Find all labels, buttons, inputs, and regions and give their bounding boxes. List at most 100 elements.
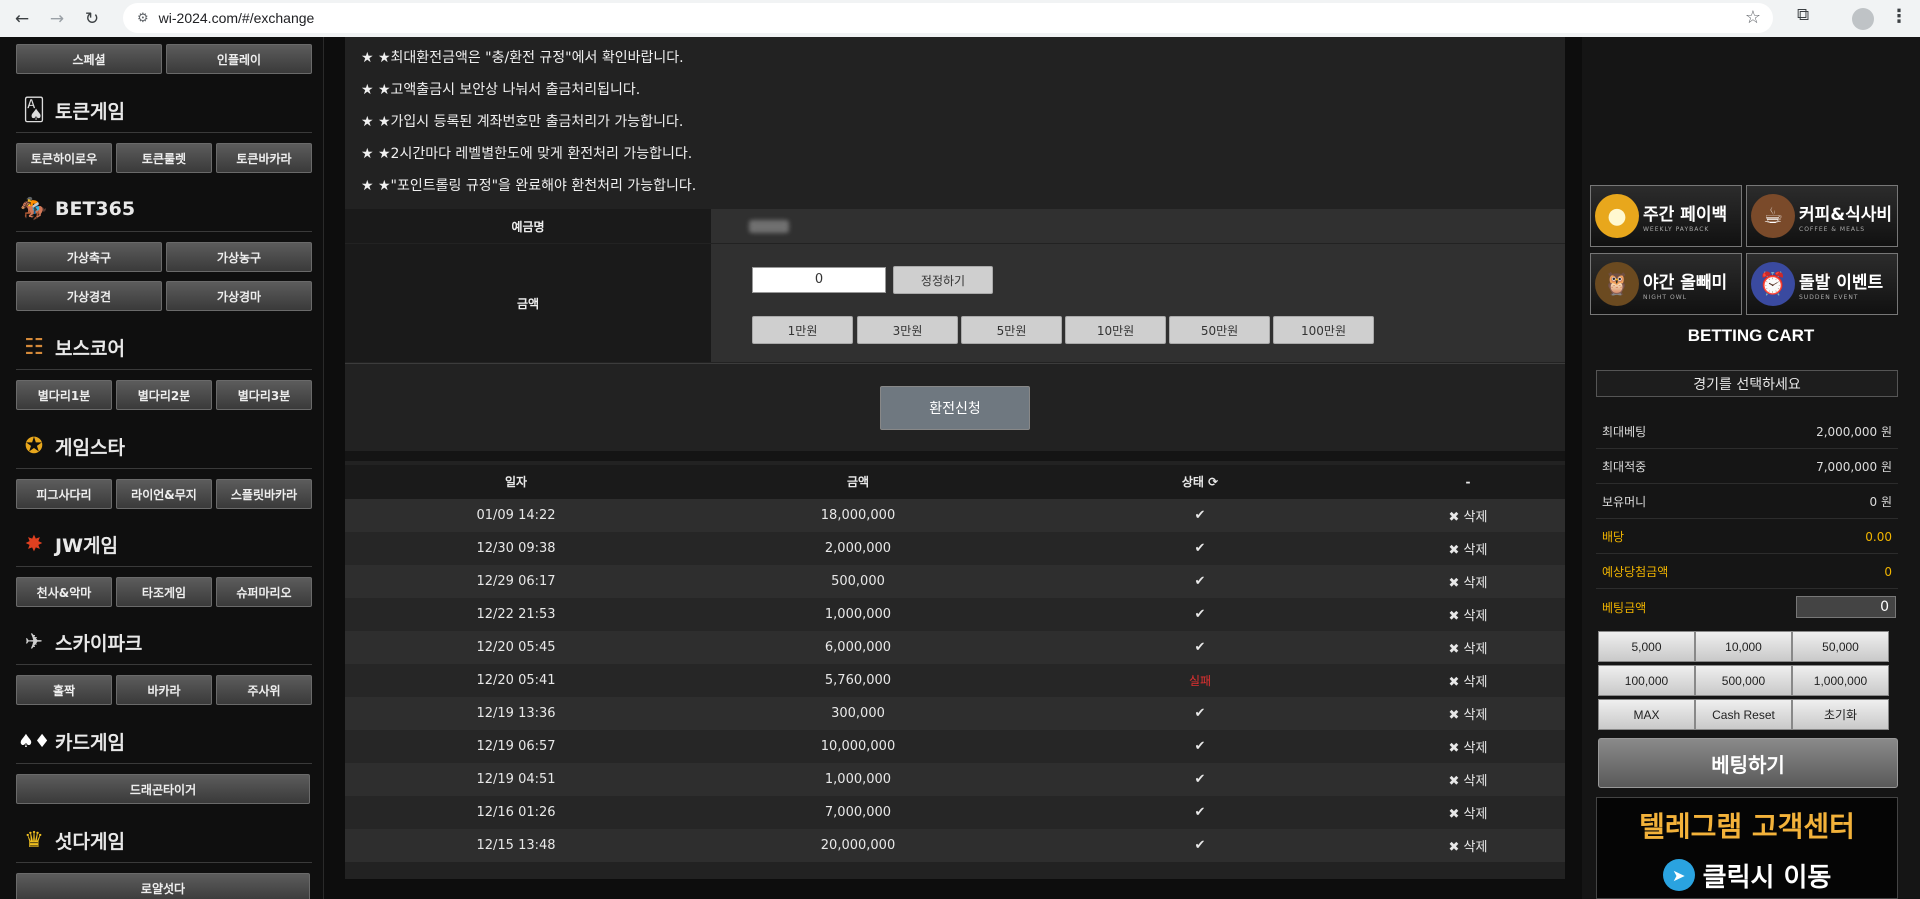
- sidebar-button[interactable]: 타조게임: [116, 577, 212, 607]
- quick-amount-button[interactable]: 100만원: [1273, 316, 1374, 344]
- sidebar-button[interactable]: 별다리3분: [216, 380, 312, 410]
- sidebar-button[interactable]: 가상축구: [16, 242, 162, 272]
- quick-amount-button[interactable]: 1만원: [752, 316, 853, 344]
- sidebar-button[interactable]: 로얄섯다: [16, 873, 310, 899]
- cell-status: ✔: [1194, 772, 1206, 787]
- banner-weekly-payback[interactable]: ● 주간 페이백 WEEKLY PAYBACK: [1590, 185, 1742, 247]
- refresh-icon[interactable]: ⟳: [1208, 475, 1218, 489]
- cell-date: 01/09 14:22: [476, 508, 556, 523]
- delete-button[interactable]: ✖ 삭제: [1371, 532, 1565, 565]
- cell-amount: 10,000,000: [820, 739, 896, 754]
- extensions-icon[interactable]: ⧉: [1797, 5, 1809, 25]
- sidebar-button-inplay[interactable]: 인플레이: [166, 44, 312, 74]
- sidebar-button[interactable]: 가상농구: [166, 242, 312, 272]
- crown-icon: ♛: [24, 827, 44, 853]
- cell-date: 12/20 05:41: [476, 673, 556, 688]
- delete-button[interactable]: ✖ 삭제: [1371, 598, 1565, 631]
- chip-button[interactable]: 1,000,000: [1792, 665, 1889, 696]
- chip-button[interactable]: 10,000: [1695, 631, 1792, 662]
- notice-text: ★ ★가입시 등록된 계좌번호만 출금처리가 가능합니다.: [361, 114, 684, 130]
- cell-date: 12/20 05:45: [476, 640, 556, 655]
- sidebar-button[interactable]: 피그사다리: [16, 479, 112, 509]
- sidebar-button[interactable]: 주사위: [216, 675, 312, 705]
- cell-date: 12/16 01:26: [476, 805, 556, 820]
- quick-amount-button[interactable]: 50만원: [1169, 316, 1270, 344]
- browser-menu-icon[interactable]: ⋮: [1890, 6, 1908, 27]
- delete-button[interactable]: ✖ 삭제: [1371, 664, 1565, 697]
- star-badge-icon: ✸: [24, 531, 44, 557]
- chip-button[interactable]: 100,000: [1598, 665, 1695, 696]
- coffee-icon: ☕: [1751, 194, 1795, 238]
- info-balance: 보유머니 0 원: [1596, 485, 1898, 519]
- betting-cart-panel: ● 주간 페이백 WEEKLY PAYBACK ☕ 커피&식사비 COFFEE & …: [1582, 37, 1920, 899]
- section-gamestar[interactable]: ✪ 게임스타: [16, 428, 125, 464]
- section-sutda-game[interactable]: ♛ 섯다게임: [16, 822, 125, 858]
- table-row: 12/20 05:45 6,000,000 ✔ ✖ 삭제: [345, 631, 1565, 664]
- delete-button[interactable]: ✖ 삭제: [1371, 631, 1565, 664]
- sidebar-button[interactable]: 스플릿바카라: [216, 479, 312, 509]
- delete-button[interactable]: ✖ 삭제: [1371, 697, 1565, 730]
- sidebar-button[interactable]: 홀짝: [16, 675, 112, 705]
- sidebar-button-special[interactable]: 스페셜: [16, 44, 162, 74]
- delete-button[interactable]: ✖ 삭제: [1371, 763, 1565, 796]
- profile-avatar[interactable]: [1852, 8, 1874, 30]
- max-button[interactable]: MAX: [1598, 699, 1695, 730]
- section-boscore[interactable]: ☷ 보스코어: [16, 329, 125, 365]
- ladder-icon: ☷: [24, 334, 44, 360]
- chip-button[interactable]: 5,000: [1598, 631, 1695, 662]
- quick-amount-button[interactable]: 3만원: [857, 316, 958, 344]
- sidebar-button[interactable]: 가상경견: [16, 281, 162, 311]
- sidebar-button[interactable]: 토큰바카라: [216, 143, 312, 173]
- notice-text: ★ ★고액출금시 보안상 나눠서 출금처리됩니다.: [361, 82, 641, 98]
- amount-input[interactable]: 0: [752, 267, 886, 293]
- sidebar-button[interactable]: 슈퍼마리오: [216, 577, 312, 607]
- telegram-support-banner[interactable]: 텔레그램 고객센터 ➤ 클릭시 이동: [1596, 797, 1898, 899]
- back-icon[interactable]: ←: [9, 6, 35, 32]
- correct-button[interactable]: 정정하기: [893, 266, 993, 294]
- sidebar-button[interactable]: 가상경마: [166, 281, 312, 311]
- banner-coffee-meals[interactable]: ☕ 커피&식사비 COFFEE & MEALS: [1746, 185, 1898, 247]
- cash-reset-button[interactable]: Cash Reset: [1695, 699, 1792, 730]
- delete-button[interactable]: ✖ 삭제: [1371, 499, 1565, 532]
- sidebar-button[interactable]: 천사&악마: [16, 577, 112, 607]
- cell-amount: 500,000: [831, 574, 885, 589]
- bet-amount-input[interactable]: 0: [1796, 596, 1896, 618]
- delete-button[interactable]: ✖ 삭제: [1371, 829, 1565, 862]
- owl-icon: 🦉: [1595, 262, 1639, 306]
- chip-button[interactable]: 500,000: [1695, 665, 1792, 696]
- section-token-game[interactable]: 🂡 토큰게임: [16, 92, 125, 128]
- section-card-game[interactable]: ♠♦ 카드게임: [16, 723, 125, 759]
- delete-button[interactable]: ✖ 삭제: [1371, 796, 1565, 829]
- table-row: 12/16 01:26 7,000,000 ✔ ✖ 삭제: [345, 796, 1565, 829]
- cell-status: 실패: [1188, 674, 1212, 688]
- cell-status: ✔: [1194, 805, 1206, 820]
- chip-button[interactable]: 50,000: [1792, 631, 1889, 662]
- banner-night-owl[interactable]: 🦉 야간 올빼미 NIGHT OWL: [1590, 253, 1742, 315]
- banner-sudden-event[interactable]: ⏰ 돌발 이벤트 SUDDEN EVENT: [1746, 253, 1898, 315]
- sidebar-button[interactable]: 토큰하이로우: [16, 143, 112, 173]
- delete-button[interactable]: ✖ 삭제: [1371, 730, 1565, 763]
- bookmark-star-icon[interactable]: ☆: [1745, 7, 1761, 28]
- exchange-submit-button[interactable]: 환전신청: [880, 386, 1030, 430]
- section-bet365[interactable]: 🏇 BET365: [16, 191, 135, 227]
- wheel-icon: ✪: [24, 433, 44, 459]
- header-action: -: [1465, 474, 1471, 489]
- section-skypark[interactable]: ✈ 스카이파크: [16, 624, 143, 660]
- section-jw-game[interactable]: ✸ JW게임: [16, 526, 118, 562]
- delete-button[interactable]: ✖ 삭제: [1371, 565, 1565, 598]
- sidebar-button[interactable]: 드래곤타이거: [16, 774, 310, 804]
- address-bar[interactable]: ⚙ wi-2024.com/#/exchange ☆: [123, 3, 1773, 33]
- quick-amount-button[interactable]: 10만원: [1065, 316, 1166, 344]
- sidebar-button[interactable]: 별다리1분: [16, 380, 112, 410]
- reload-icon[interactable]: ↻: [79, 6, 105, 32]
- sidebar-button[interactable]: 바카라: [116, 675, 212, 705]
- sidebar-button[interactable]: 별다리2분: [116, 380, 212, 410]
- sidebar-button[interactable]: 토큰룰렛: [116, 143, 212, 173]
- cell-amount: 2,000,000: [824, 541, 892, 556]
- forward-icon[interactable]: →: [44, 6, 70, 32]
- site-settings-icon[interactable]: ⚙: [137, 11, 149, 26]
- place-bet-button[interactable]: 베팅하기: [1598, 738, 1898, 788]
- reset-button[interactable]: 초기화: [1792, 699, 1889, 730]
- quick-amount-button[interactable]: 5만원: [961, 316, 1062, 344]
- sidebar-button[interactable]: 라이언&무지: [116, 479, 212, 509]
